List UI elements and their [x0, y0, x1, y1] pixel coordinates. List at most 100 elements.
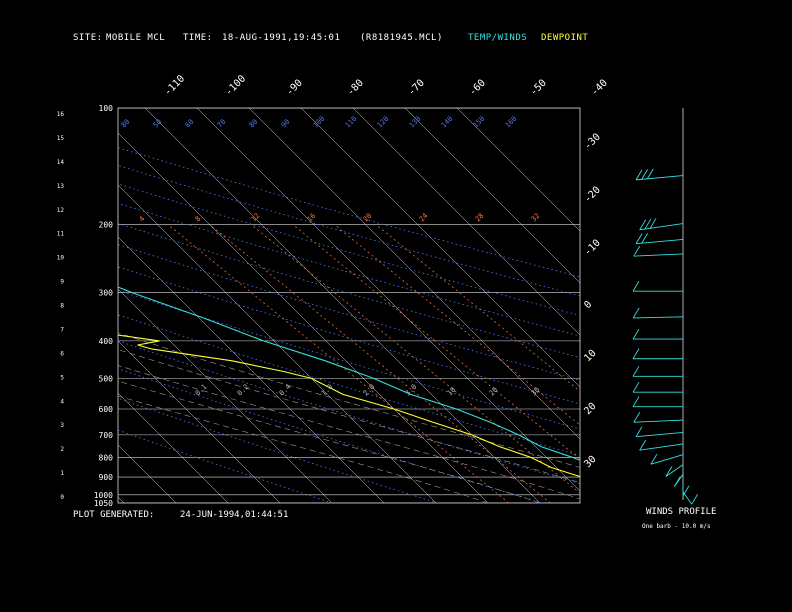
wind-barb: [646, 168, 654, 180]
skewt-chart: 1002003004005006007008009001000105016151…: [57, 73, 699, 508]
dry-adiabat-line: [118, 164, 580, 297]
mixing-ratio-line: [375, 224, 580, 392]
top-isotherm-label: -110: [162, 73, 187, 98]
top-isotherm-label: -90: [284, 78, 305, 99]
right-isotherm-label: -10: [582, 238, 603, 259]
isotherm-line: [118, 132, 489, 503]
wind-barb: [632, 307, 640, 319]
isotherm-line: [144, 108, 541, 503]
wind-barb: [632, 366, 640, 377]
pressure-tick-label: 900: [99, 473, 114, 482]
dewpoint-series: [118, 334, 580, 478]
height-tick-label: 7: [60, 326, 64, 333]
height-tick-label: 13: [57, 183, 65, 190]
height-tick-label: 12: [57, 207, 65, 214]
dry-adiabat-label: 160: [504, 115, 519, 130]
right-isotherm-label: 10: [582, 348, 598, 364]
wind-barb: [649, 218, 657, 229]
dry-adiabat-label: 80: [120, 118, 132, 130]
pressure-tick-label: 800: [99, 453, 114, 462]
isotherm-line: [118, 236, 385, 503]
height-tick-label: 8: [60, 303, 64, 310]
isotherm-line: [118, 444, 177, 503]
wind-barb: [633, 245, 641, 257]
dry-adiabat-line: [118, 244, 580, 381]
right-isotherm-label: 20: [582, 401, 598, 417]
plot-frame: [117, 107, 581, 504]
mixing-ratio-line: [167, 224, 510, 503]
top-isotherm-label: -50: [528, 78, 549, 99]
dry-adiabat-label: 70: [216, 118, 228, 130]
isotherm-line: [456, 108, 580, 232]
moist-adiabat-label: 10: [446, 386, 458, 398]
wind-shaft: [682, 491, 693, 505]
moist-adiabat-line: [118, 395, 489, 503]
height-tick-label: 16: [57, 111, 65, 118]
mixing-ratio-line: [334, 224, 580, 426]
pressure-tick-label: 300: [99, 289, 114, 298]
top-isotherm-label: -60: [467, 78, 488, 99]
mixing-ratio-label: 4: [138, 215, 147, 224]
isotherm-line: [118, 184, 437, 503]
height-tick-label: 4: [60, 398, 64, 405]
pressure-tick-label: 700: [99, 431, 114, 440]
wind-barb: [691, 493, 699, 505]
wind-barb: [641, 169, 649, 180]
dry-adiabat-label: 90: [280, 118, 292, 130]
dry-adiabat-line: [118, 289, 580, 430]
top-isotherm-label: -100: [223, 73, 248, 98]
wind-barb: [635, 426, 643, 437]
right-isotherm-label: -20: [582, 185, 603, 206]
dry-adiabat-label: 150: [472, 115, 487, 130]
dry-adiabat-label: 100: [312, 115, 327, 130]
dry-adiabat-line: [118, 183, 580, 316]
mixing-ratio-line: [250, 224, 580, 494]
height-tick-label: 6: [60, 350, 64, 357]
height-tick-label: 9: [60, 279, 64, 286]
moist-adiabat-label: 20: [488, 386, 500, 398]
wind-barb: [632, 348, 640, 359]
dry-adiabat-label: 140: [440, 115, 455, 130]
height-tick-label: 3: [60, 422, 64, 429]
dry-adiabat-label: 110: [344, 115, 359, 130]
moist-adiabat-label: 1.0: [320, 383, 335, 398]
dry-adiabat-line: [118, 397, 439, 503]
moist-adiabat-line: [118, 349, 580, 484]
wind-barb: [635, 233, 643, 244]
pressure-tick-label: 1050: [94, 499, 113, 508]
wind-shaft: [665, 464, 684, 477]
top-isotherm-label: -70: [406, 78, 427, 99]
dry-adiabat-line: [118, 266, 580, 405]
dry-adiabat-line: [118, 223, 580, 359]
wind-barb: [639, 439, 647, 451]
isotherm-line: [196, 108, 580, 492]
wind-barb: [632, 280, 640, 292]
isotherm-line: [118, 340, 281, 503]
isotherm-line: [404, 108, 580, 284]
isotherm-line: [352, 108, 580, 336]
height-tick-label: 2: [60, 446, 64, 453]
moist-adiabat-line: [118, 332, 580, 468]
height-tick-label: 0: [60, 494, 64, 501]
wind-barb: [632, 396, 640, 407]
wind-barb: [633, 411, 641, 423]
dry-adiabat-label: 50: [152, 118, 164, 130]
wind-barb: [682, 485, 690, 497]
wind-shaft: [635, 431, 684, 438]
height-tick-label: 14: [57, 159, 65, 166]
dry-adiabat-line: [118, 368, 544, 503]
wind-barb: [635, 169, 643, 181]
mixing-ratio-label: 28: [474, 212, 486, 224]
wind-barb: [632, 381, 640, 393]
wind-barb: [632, 328, 640, 340]
right-isotherm-label: -30: [582, 132, 603, 153]
moist-adiabat-label: 0.1: [194, 383, 209, 398]
mixing-ratio-label: 24: [418, 212, 430, 224]
wind-barb: [641, 232, 649, 244]
wind-shaft: [633, 253, 684, 257]
pressure-tick-label: 200: [99, 220, 114, 229]
mixing-ratio-line: [209, 224, 551, 503]
wind-barb: [673, 476, 681, 487]
height-tick-label: 5: [60, 374, 64, 381]
height-tick-label: 15: [57, 135, 65, 142]
